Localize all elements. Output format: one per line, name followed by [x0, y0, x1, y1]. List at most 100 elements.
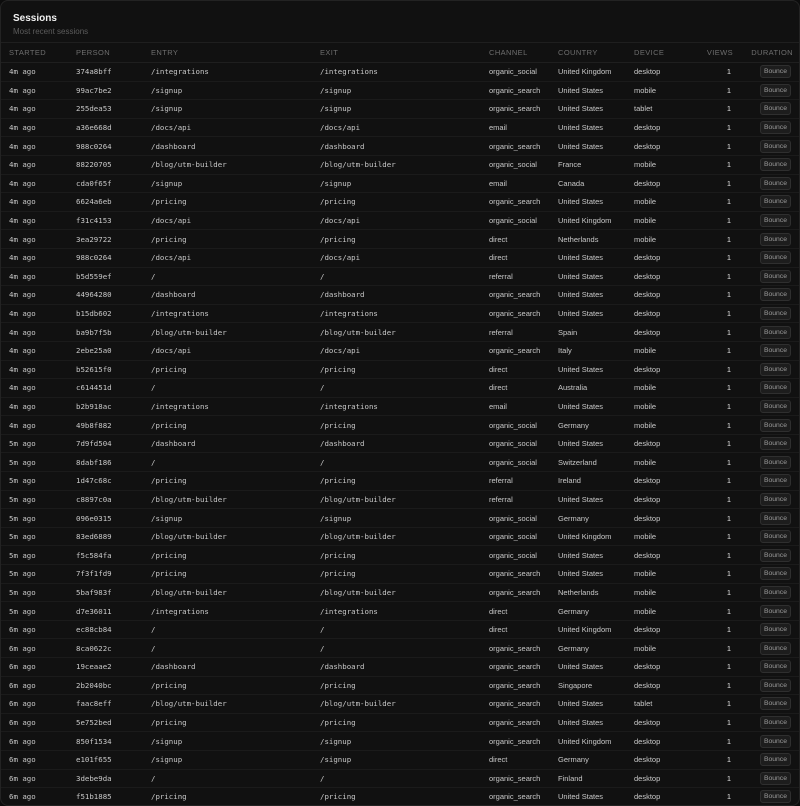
column-header-duration[interactable]: DURATION [739, 42, 799, 63]
cell-exit: /blog/utm-builder [312, 583, 481, 603]
table-row[interactable]: 4m ago b52615f0/pricing/pricing direct Unit… [1, 360, 799, 380]
column-header-entry[interactable]: ENTRY [143, 42, 312, 63]
cell-device: mobile [626, 415, 685, 435]
table-row[interactable]: 5m ago 8dabf186// organic_social Switzerlan… [1, 452, 799, 473]
cell-duration: Bounce [739, 564, 799, 584]
table-row[interactable]: 4m ago c614451d / / direct Australia mobile 1 Bo… [1, 378, 799, 398]
cell-channel: organic_search [481, 81, 550, 101]
cell-country: United States [550, 787, 626, 805]
table-row[interactable]: 6m ago ec88cb84// direct United Kingdom desk… [1, 620, 799, 640]
cell-exit: / [312, 638, 481, 658]
cell-duration: Bounce [739, 99, 799, 119]
cell-started: 5m ago [1, 508, 68, 528]
table-row[interactable]: 6m ago 19ceaae2/dashboard/dashboard organi… [1, 657, 799, 677]
table-row[interactable]: 5m ago 096e0315/signup/signup organic_soci… [1, 508, 799, 528]
table-row[interactable]: 5m ago c8897c0a/blog/utm-builder/blog/utm… [1, 490, 799, 510]
cell-device: mobile [626, 638, 685, 658]
table-row[interactable]: 4m ago b5d559ef / / referral United States des… [1, 267, 799, 287]
cell-exit: /docs/api [312, 211, 481, 231]
cell-device: mobile [626, 229, 685, 249]
table-row[interactable]: 4m ago 99ac7be2/signup/signup organic_sear… [1, 81, 799, 101]
cell-views: 1 [685, 341, 739, 361]
column-header-channel[interactable]: CHANNEL [481, 42, 550, 63]
table-row[interactable]: 6m ago 850f1534/signup/signup organic_sear… [1, 731, 799, 751]
cell-country: United States [550, 694, 626, 714]
column-header-views[interactable]: VIEWS [685, 42, 739, 63]
cell-device: desktop [626, 304, 685, 324]
table-row[interactable]: 5m ago 7f3f1fd9/pricing/pricing organic_se… [1, 564, 799, 584]
column-header-device[interactable]: DEVICE [626, 42, 685, 63]
cell-channel: organic_search [481, 99, 550, 119]
duration-badge: Bounce [759, 548, 791, 562]
cell-views: 1 [685, 527, 739, 547]
cell-person: 44964280 [68, 285, 143, 305]
table-row[interactable]: 6m ago 3debe9da / / organic_search Finland des… [1, 769, 799, 789]
table-row[interactable]: 4m ago cda0f65f/signup/signup email Canada d… [1, 174, 799, 194]
cell-started: 4m ago [1, 360, 68, 380]
table-row[interactable]: 5m ago 7d9fd504/dashboard/dashboard organi… [1, 434, 799, 454]
table-row[interactable]: 4m ago 88220705/blog/utm-builder/blog/utm… [1, 155, 799, 175]
table-row[interactable]: 4m ago 255dea53/signup/signup organic_sear… [1, 99, 799, 119]
duration-badge: Bounce [759, 288, 791, 302]
table-row[interactable]: 5m ago 1d47c68c/pricing/pricing referral Ir… [1, 471, 799, 491]
column-header-started[interactable]: STARTED [1, 42, 68, 63]
cell-exit: / [312, 620, 481, 640]
table-row[interactable]: 6m ago f51b1885/pricing/pricing organic_se… [1, 787, 799, 805]
table-row[interactable]: 6m ago e101f655/signup/signup direct German… [1, 750, 799, 770]
column-header-country[interactable]: COUNTRY [550, 42, 626, 63]
table-row[interactable]: 4m ago 988c0264/dashboard/dashboard organi… [1, 136, 799, 156]
table-row[interactable]: 4m ago b2b918ac/integrations/integrations… [1, 397, 799, 417]
table-row[interactable]: 4m ago 49b8f882/pricing/pricing organic_so… [1, 415, 799, 435]
cell-channel: organic_search [481, 694, 550, 714]
table-row[interactable]: 6m ago 8ca0622c / / organic_search Germany mob… [1, 638, 799, 658]
duration-badge: Bounce [759, 511, 791, 525]
cell-device: desktop [626, 471, 685, 491]
table-row[interactable]: 4m ago 44964280/dashboard/dashboard organi… [1, 285, 799, 305]
cell-started: 6m ago [1, 731, 68, 751]
table-row[interactable]: 4m ago 374a8bff/integrations/integrations… [1, 62, 799, 82]
cell-channel: organic_search [481, 657, 550, 677]
cell-country: United Kingdom [550, 731, 626, 751]
cell-entry: /signup [143, 508, 312, 528]
cell-device: desktop [626, 118, 685, 138]
table-row[interactable]: 4m ago f31c4153/docs/api/docs/api organic_… [1, 211, 799, 231]
duration-badge: Bounce [759, 585, 791, 599]
table-row[interactable]: 6m ago 5e752bed/pricing/pricing organic_se… [1, 713, 799, 733]
table-row[interactable]: 4m ago ba9b7f5b/blog/utm-builder/blog/utm… [1, 322, 799, 342]
cell-exit: /signup [312, 731, 481, 751]
table-row[interactable]: 4m ago 6624a6eb/pricing/pricing organic_se… [1, 192, 799, 212]
table-row[interactable]: 4m ago a36e668d/docs/api/docs/api email Uni… [1, 118, 799, 138]
cell-device: mobile [626, 211, 685, 231]
cell-views: 1 [685, 508, 739, 528]
cell-started: 4m ago [1, 378, 68, 398]
cell-country: United Kingdom [550, 527, 626, 547]
table-row[interactable]: 4m ago 988c0264/docs/api/docs/api direct Un… [1, 248, 799, 268]
table-row[interactable]: 4m ago b15db602/integrations/integrations… [1, 304, 799, 324]
table-row[interactable]: 5m ago d7e36011/integrations/integrations… [1, 601, 799, 621]
cell-duration: Bounce [739, 638, 799, 658]
cell-channel: organic_search [481, 564, 550, 584]
table-row[interactable]: 4m ago 2ebe25a0/docs/api/docs/api organic_… [1, 341, 799, 361]
cell-duration: Bounce [739, 192, 799, 212]
column-header-exit[interactable]: EXIT [312, 42, 481, 63]
cell-device: mobile [626, 397, 685, 417]
cell-person: faac8eff [68, 694, 143, 714]
table-row[interactable]: 4m ago 3ea29722/pricing/pricing direct Neth… [1, 229, 799, 249]
table-row[interactable]: 5m ago f5c584fa/pricing/pricing organic_so… [1, 545, 799, 566]
table-row[interactable]: 5m ago 5baf983f/blog/utm-builder/blog/utm… [1, 583, 799, 603]
cell-duration: Bounce [739, 62, 799, 82]
cell-person: 99ac7be2 [68, 81, 143, 101]
column-header-person[interactable]: PERSON [68, 42, 143, 63]
table-row[interactable]: 6m ago faac8eff/blog/utm-builder/blog/utm… [1, 694, 799, 714]
table-row[interactable]: 6m ago 2b2040bc/pricing/pricing organic_se… [1, 676, 799, 696]
table-row[interactable]: 5m ago 83ed6889/blog/utm-builder/blog/utm… [1, 527, 799, 547]
cell-person: 1d47c68c [68, 471, 143, 491]
cell-views: 1 [685, 620, 739, 640]
cell-device: mobile [626, 341, 685, 361]
cell-duration: Bounce [739, 229, 799, 249]
cell-channel: email [481, 174, 550, 194]
cell-duration: Bounce [739, 508, 799, 528]
cell-exit: /pricing [312, 415, 481, 435]
cell-views: 1 [685, 545, 739, 566]
cell-device: desktop [626, 620, 685, 640]
